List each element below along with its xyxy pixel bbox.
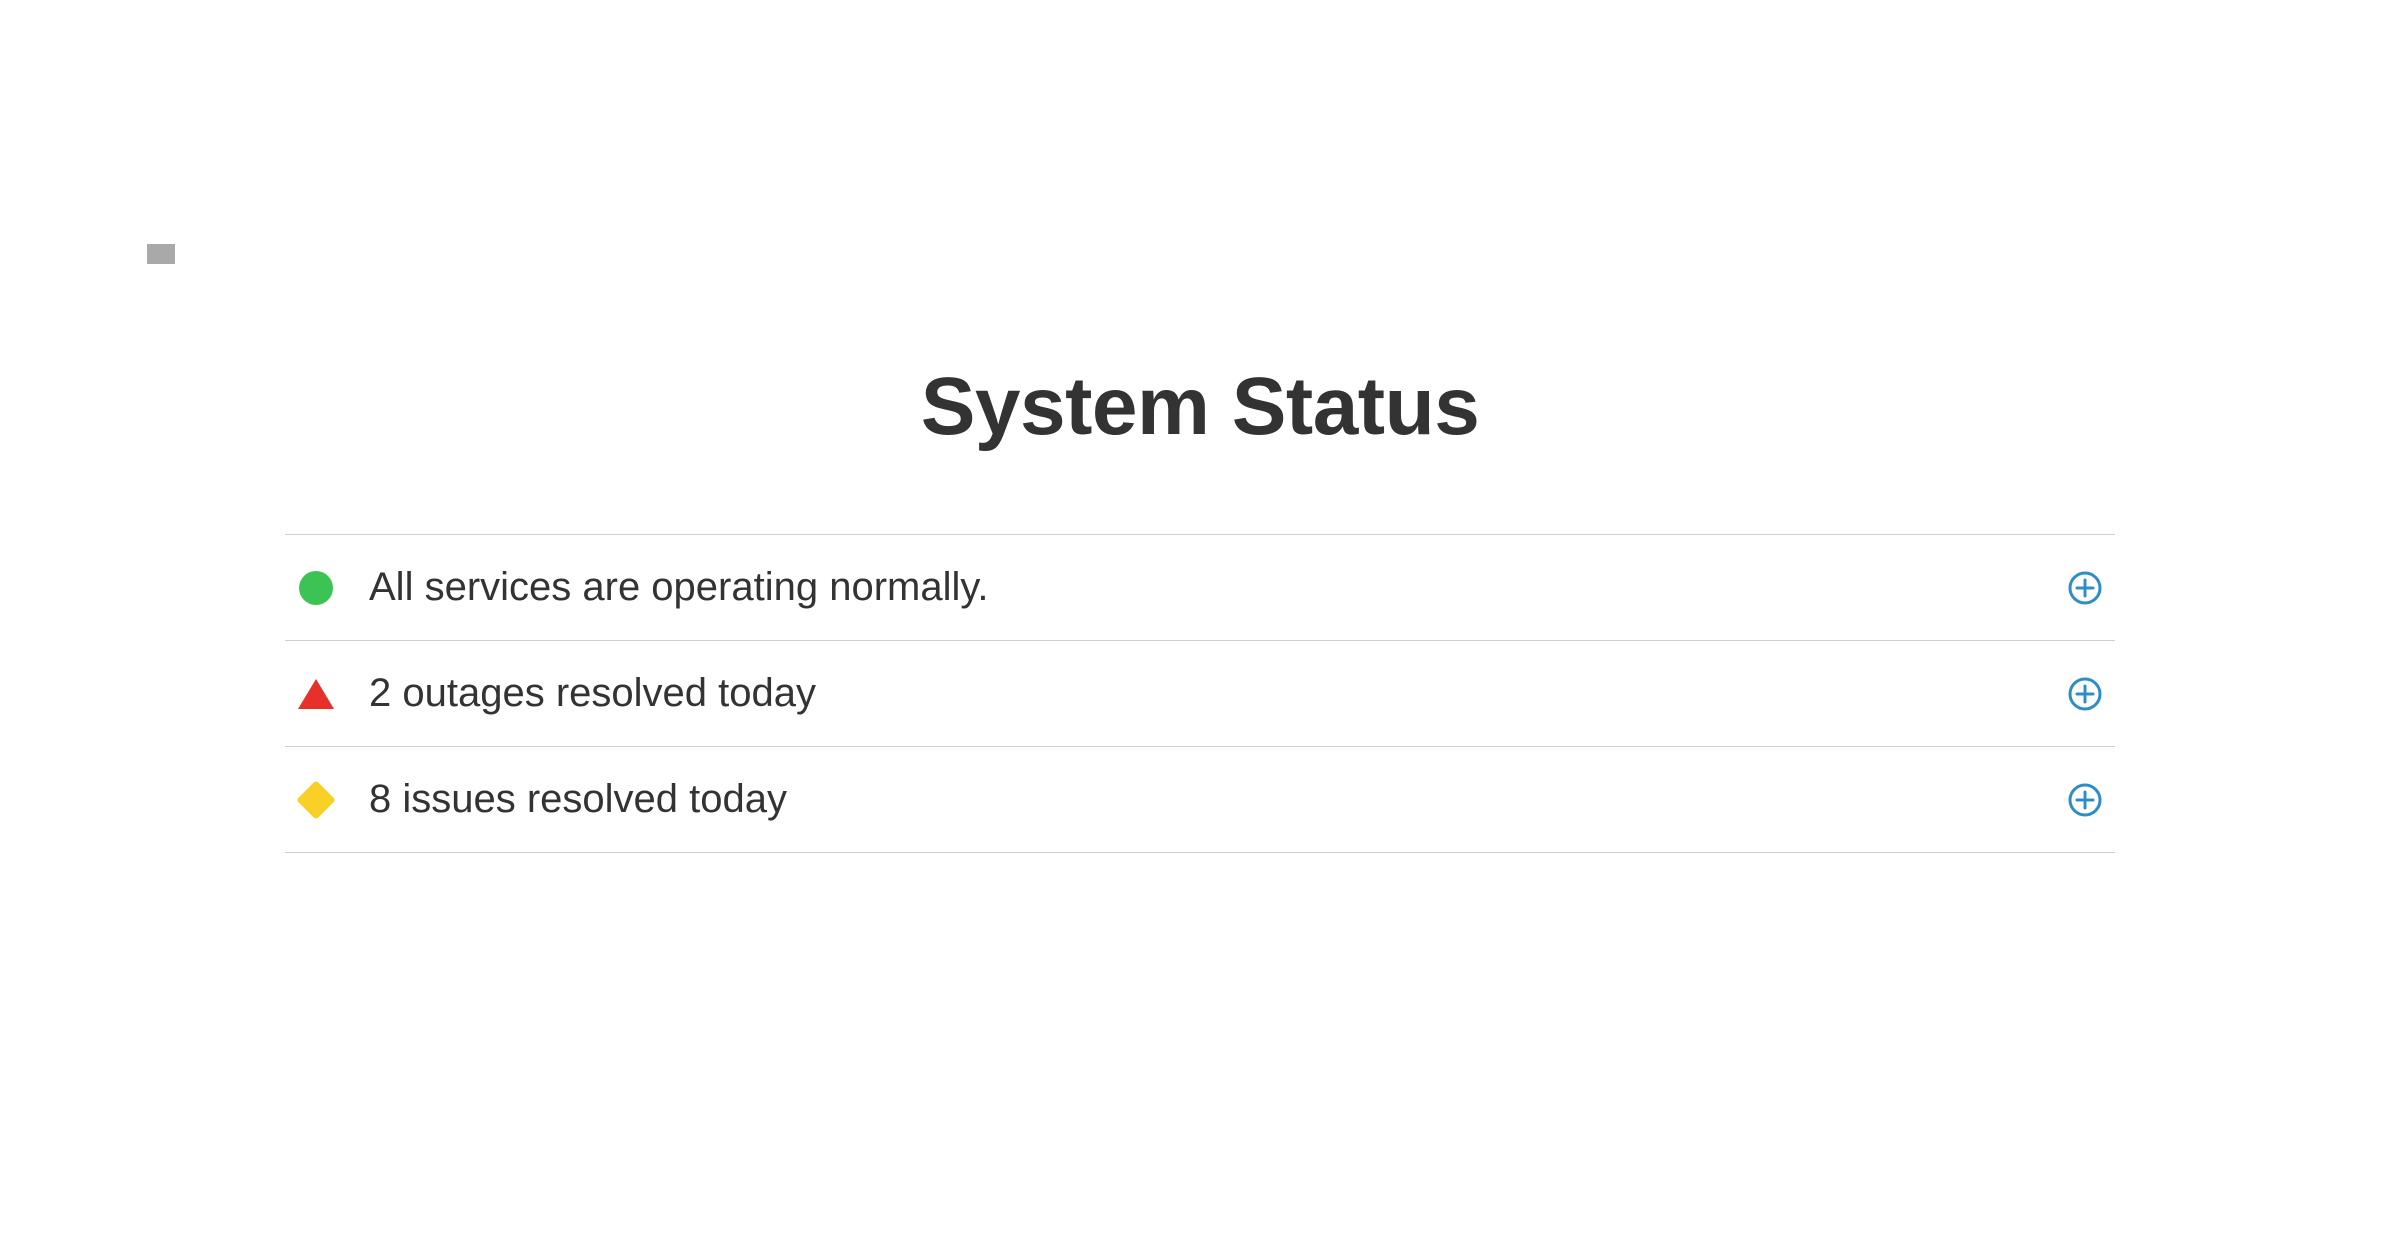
expand-button[interactable]	[2065, 568, 2105, 608]
status-row-normal[interactable]: All services are operating normally.	[285, 535, 2115, 641]
expand-button[interactable]	[2065, 780, 2105, 820]
status-message: All services are operating normally.	[369, 565, 2065, 610]
status-row-issues[interactable]: 8 issues resolved today	[285, 747, 2115, 853]
diamond-yellow-icon	[296, 780, 336, 820]
circle-green-icon	[299, 571, 333, 605]
status-icon-yellow-diamond	[295, 779, 337, 821]
page-title: System Status	[285, 360, 2115, 454]
plus-circle-icon	[2067, 570, 2103, 606]
main-container: System Status All services are operating…	[285, 0, 2115, 853]
status-list: All services are operating normally. 2 o…	[285, 534, 2115, 853]
status-icon-green-circle	[295, 567, 337, 609]
status-message: 8 issues resolved today	[369, 777, 2065, 822]
status-message: 2 outages resolved today	[369, 671, 2065, 716]
status-icon-red-triangle	[295, 673, 337, 715]
plus-circle-icon	[2067, 782, 2103, 818]
triangle-red-icon	[298, 679, 334, 709]
decoration-square	[147, 244, 175, 264]
plus-circle-icon	[2067, 676, 2103, 712]
expand-button[interactable]	[2065, 674, 2105, 714]
status-row-outages[interactable]: 2 outages resolved today	[285, 641, 2115, 747]
